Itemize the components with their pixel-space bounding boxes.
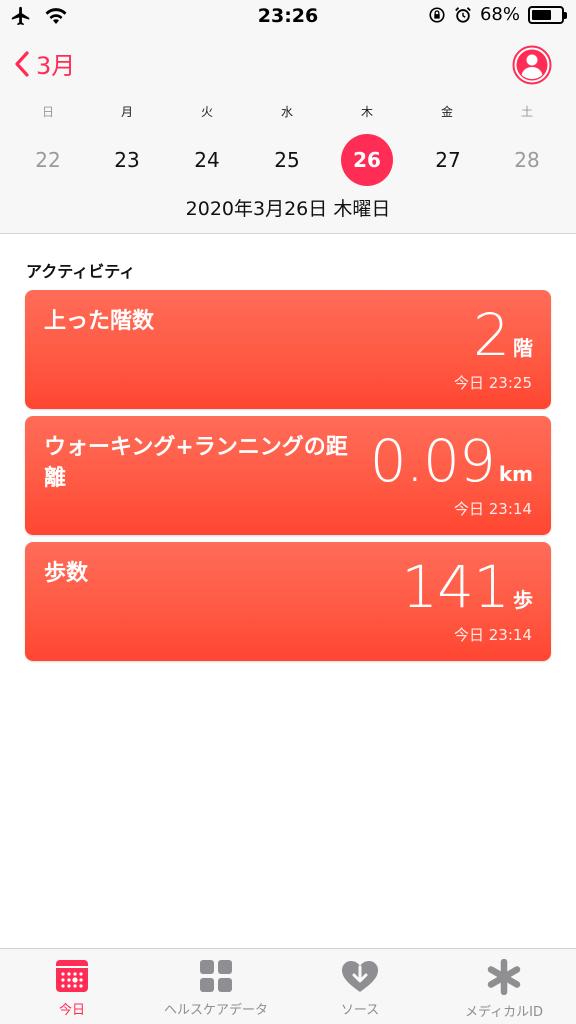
day-27[interactable]: 27 — [422, 134, 474, 186]
status-bar: 23:26 68% — [0, 0, 576, 34]
day-28[interactable]: 28 — [501, 134, 553, 186]
back-button-label: 3月 — [36, 52, 76, 80]
back-button[interactable]: 3月 — [12, 46, 75, 81]
tab-bar: 今日 ヘルスケアデータ ソース メディカルID — [0, 948, 576, 1024]
card-value: 0.09 — [369, 427, 496, 495]
card-timestamp: 今日 23:14 — [454, 500, 532, 518]
weekday-header: 日 月 火 水 木 金 土 — [0, 103, 576, 121]
tab-health-data[interactable]: ヘルスケアデータ — [144, 959, 288, 1024]
tab-label: メディカルID — [465, 1005, 543, 1020]
grid-icon — [200, 960, 232, 992]
card-timestamp: 今日 23:14 — [454, 626, 532, 644]
card-value: 141 — [401, 553, 510, 621]
day-22[interactable]: 22 — [22, 134, 74, 186]
section-title-activity: アクティビティ — [26, 262, 136, 281]
weekday-mon: 月 — [120, 105, 133, 119]
card-timestamp: 今日 23:25 — [454, 374, 532, 392]
tab-label: 今日 — [58, 1003, 85, 1018]
calendar-icon — [56, 960, 88, 992]
chevron-left-icon — [15, 50, 29, 77]
week-day-selector: 22 23 24 25 26 27 28 — [0, 134, 576, 186]
battery-icon — [528, 5, 567, 24]
weekday-wed: 水 — [280, 105, 293, 119]
tab-sources[interactable]: ソース — [288, 959, 432, 1024]
battery-level — [532, 9, 552, 20]
battery-percentage: 68% — [479, 4, 520, 25]
day-23[interactable]: 23 — [101, 134, 153, 186]
weekday-fri: 金 — [440, 105, 453, 119]
weekday-tue: 火 — [200, 105, 213, 119]
rotation-lock-icon — [429, 6, 445, 23]
card-steps[interactable]: 歩数 141 歩 今日 23:14 — [25, 542, 551, 661]
card-value: 2 — [473, 301, 510, 369]
day-25[interactable]: 25 — [261, 134, 313, 186]
card-title: ウォーキング+ランニングの距離 — [44, 435, 348, 491]
tab-label: ソース — [340, 1003, 380, 1018]
tab-medical-id[interactable]: メディカルID — [432, 959, 576, 1024]
weekday-sun: 日 — [41, 105, 54, 119]
profile-icon[interactable] — [512, 45, 552, 85]
heart-download-icon — [342, 961, 378, 992]
tab-label: ヘルスケアデータ — [163, 1003, 268, 1018]
card-title: 歩数 — [44, 561, 89, 586]
card-walking-running-distance[interactable]: ウォーキング+ランニングの距離 0.09 km 今日 23:14 — [25, 416, 551, 535]
card-flights-climbed[interactable]: 上った階数 2 階 今日 23:25 — [25, 290, 551, 409]
selected-date: 2020年3月26日 木曜日 — [185, 198, 391, 220]
day-26-selected[interactable]: 26 — [341, 134, 393, 186]
asterisk-icon — [487, 959, 521, 995]
alarm-icon — [455, 6, 471, 23]
day-24[interactable]: 24 — [181, 134, 233, 186]
card-unit: 歩 — [513, 588, 533, 612]
weekday-sat: 土 — [520, 105, 533, 119]
card-unit: km — [498, 462, 533, 486]
tab-today[interactable]: 今日 — [0, 959, 144, 1024]
card-title: 上った階数 — [44, 309, 155, 334]
card-unit: 階 — [513, 336, 533, 360]
weekday-thu: 木 — [360, 105, 373, 119]
